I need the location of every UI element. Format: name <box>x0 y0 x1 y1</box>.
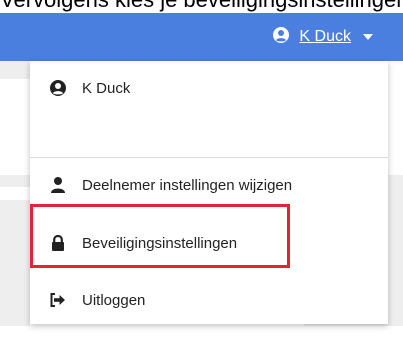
caret-down-icon <box>363 34 373 40</box>
menu-divider <box>30 157 388 158</box>
user-circle-icon <box>48 80 68 96</box>
user-icon <box>48 177 68 193</box>
menu-profile[interactable]: K Duck <box>30 66 388 110</box>
user-name-link[interactable]: K Duck <box>299 28 351 46</box>
sign-out-icon <box>48 293 68 307</box>
menu-item-deelnemer-instellingen[interactable]: Deelnemer instellingen wijzigen <box>30 163 388 207</box>
highlight-box <box>30 204 290 268</box>
instruction-caption: Vervolgens kies je beveiligingsinstellin… <box>0 0 403 13</box>
menu-item-label: Uitloggen <box>82 291 146 309</box>
user-circle-icon <box>273 26 290 48</box>
menu-item-uitloggen[interactable]: Uitloggen <box>30 278 388 322</box>
user-menu-toggle[interactable]: K Duck <box>273 13 373 61</box>
user-dropdown-menu: K Duck Deelnemer instellingen wijzigen B… <box>30 61 388 324</box>
background-panel <box>0 61 30 79</box>
profile-name: K Duck <box>82 79 131 97</box>
menu-item-label: Deelnemer instellingen wijzigen <box>82 176 293 194</box>
background-panel <box>0 175 30 187</box>
background-panel <box>0 200 30 326</box>
